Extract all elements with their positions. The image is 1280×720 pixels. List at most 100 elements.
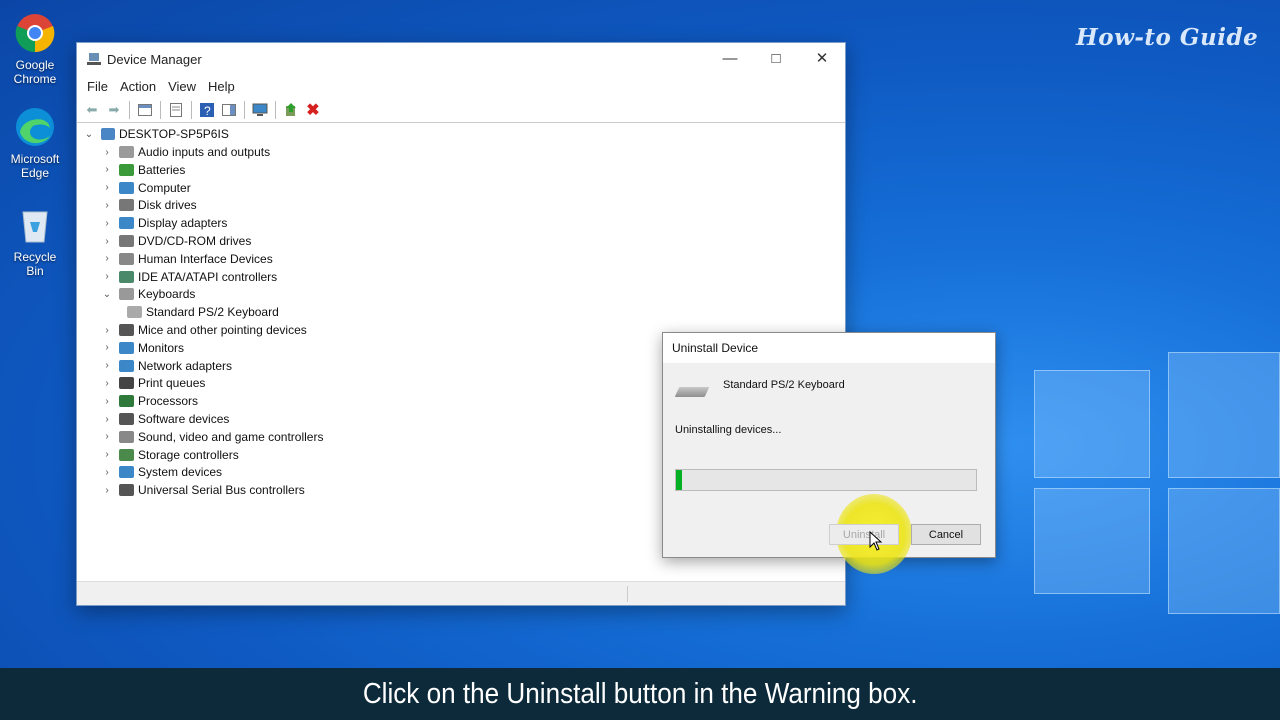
tree-item-label: Disk drives (138, 198, 197, 213)
tree-category-item[interactable]: › IDE ATA/ATAPI controllers (101, 268, 277, 286)
tree-category-item[interactable]: › Universal Serial Bus controllers (101, 481, 304, 499)
update-driver-icon[interactable] (281, 100, 301, 120)
tree-item-label: Software devices (138, 412, 230, 426)
dialog-title[interactable]: Uninstall Device (663, 333, 995, 363)
device-category-icon (119, 359, 134, 372)
back-arrow-icon[interactable]: ⬅ (82, 100, 102, 120)
device-manager-icon (87, 53, 101, 65)
tree-device-item[interactable]: Standard PS/2 Keyboard (121, 303, 279, 321)
caption-text: Click on the Uninstall button in the War… (362, 677, 918, 710)
chevron-right-icon[interactable]: › (101, 414, 113, 425)
tree-root-label: DESKTOP-SP5P6IS (119, 127, 229, 141)
desktop-icon-label: Microsoft (10, 152, 60, 166)
uninstall-button[interactable]: Uninstall (829, 524, 899, 545)
dialog-status-text: Uninstalling devices... (675, 424, 782, 436)
action-pane-icon[interactable] (219, 100, 239, 120)
show-hide-console-tree-icon[interactable] (135, 100, 155, 120)
tree-category-item[interactable]: › Disk drives (101, 196, 197, 214)
chevron-right-icon[interactable]: › (101, 164, 113, 175)
progress-fill (676, 470, 682, 490)
forward-arrow-icon[interactable]: ➡ (104, 100, 124, 120)
desktop-icon-chrome[interactable]: Google Chrome (4, 12, 66, 86)
chevron-right-icon[interactable]: › (101, 182, 113, 193)
cancel-button[interactable]: Cancel (911, 524, 981, 545)
tree-category-item[interactable]: › Computer (101, 179, 190, 197)
mouse-cursor-icon (869, 531, 883, 551)
tree-item-label: Human Interface Devices (138, 251, 273, 266)
chevron-down-icon[interactable]: ⌄ (101, 289, 113, 300)
chevron-right-icon[interactable]: › (101, 236, 113, 247)
chevron-right-icon[interactable]: › (101, 467, 113, 478)
device-category-icon (119, 235, 134, 247)
chevron-right-icon[interactable]: › (101, 342, 113, 353)
chevron-right-icon[interactable]: › (101, 271, 113, 282)
menu-bar: File Action View Help (77, 75, 845, 97)
tree-category-item[interactable]: › Batteries (101, 161, 185, 179)
tree-item-label: Keyboards (138, 287, 196, 302)
help-icon[interactable]: ? (197, 100, 217, 120)
desktop-icon-recycle-bin[interactable]: Recycle Bin (4, 204, 66, 278)
desktop-icon-label: Edge (20, 166, 50, 180)
uninstall-device-icon[interactable]: ✖ (303, 100, 323, 120)
chevron-right-icon[interactable]: › (101, 360, 113, 371)
tree-category-item[interactable]: › Sound, video and game controllers (101, 428, 323, 446)
recycle-bin-icon (14, 204, 56, 246)
device-category-icon (119, 484, 134, 497)
minimize-button[interactable]: — (707, 43, 753, 73)
chevron-right-icon[interactable]: › (101, 396, 113, 407)
tree-item-label: Storage controllers (138, 447, 239, 462)
tree-category-item[interactable]: › DVD/CD-ROM drives (101, 232, 251, 250)
scan-hardware-icon[interactable] (250, 100, 270, 120)
menu-file[interactable]: File (81, 79, 114, 94)
chevron-right-icon[interactable]: › (101, 147, 113, 158)
tree-category-item[interactable]: › Network adapters (101, 357, 232, 375)
tree-category-item[interactable]: › Software devices (101, 410, 229, 428)
chevron-right-icon[interactable]: › (101, 325, 113, 336)
tree-item-label: System devices (138, 465, 223, 480)
properties-icon[interactable] (166, 100, 186, 120)
tree-category-item[interactable]: › Monitors (101, 339, 184, 357)
chevron-right-icon[interactable]: › (101, 449, 113, 460)
device-category-icon (119, 341, 134, 354)
device-category-icon (119, 395, 134, 408)
close-button[interactable]: ✕ (799, 43, 845, 73)
desktop-icon-edge[interactable]: Microsoft Edge (4, 106, 66, 180)
device-category-icon (119, 163, 134, 176)
device-category-icon (119, 413, 134, 425)
chevron-right-icon[interactable]: › (101, 431, 113, 442)
tree-category-item[interactable]: › Audio inputs and outputs (101, 143, 270, 161)
device-category-icon (119, 324, 134, 336)
chevron-right-icon[interactable]: › (101, 485, 113, 496)
tree-category-item[interactable]: › Human Interface Devices (101, 250, 273, 268)
desktop-icon-label: Recycle Bin (13, 250, 57, 278)
device-category-icon (119, 270, 134, 283)
tree-item-label: IDE ATA/ATAPI controllers (138, 269, 278, 284)
tree-category-item[interactable]: › Display adapters (101, 214, 227, 232)
chevron-down-icon[interactable]: ⌄ (83, 129, 95, 140)
tree-category-item[interactable]: › Processors (101, 392, 198, 410)
tree-category-item[interactable]: › Storage controllers (101, 446, 239, 464)
chevron-right-icon[interactable]: › (101, 253, 113, 264)
device-category-icon (119, 430, 134, 443)
maximize-button[interactable]: □ (753, 43, 799, 73)
toolbar: ⬅ ➡ ? ✖ (77, 97, 845, 123)
edge-icon (14, 106, 56, 148)
tree-category-item[interactable]: ⌄ Keyboards (101, 285, 196, 303)
tree-item-label: Audio inputs and outputs (138, 145, 271, 159)
chevron-right-icon[interactable]: › (101, 200, 113, 211)
device-category-icon (119, 199, 134, 212)
menu-help[interactable]: Help (202, 79, 241, 94)
device-category-icon (119, 288, 134, 301)
tree-item-label: DVD/CD-ROM drives (138, 234, 252, 248)
menu-action[interactable]: Action (114, 79, 162, 94)
status-bar (77, 581, 845, 605)
chevron-right-icon[interactable]: › (101, 378, 113, 389)
tree-root[interactable]: ⌄ DESKTOP-SP5P6IS (83, 125, 229, 143)
menu-view[interactable]: View (162, 79, 202, 94)
tree-category-item[interactable]: › Print queues (101, 374, 205, 392)
device-category-icon (119, 181, 134, 194)
tree-category-item[interactable]: › System devices (101, 463, 222, 481)
tree-category-item[interactable]: › Mice and other pointing devices (101, 321, 306, 339)
chevron-right-icon[interactable]: › (101, 218, 113, 229)
device-category-icon (119, 448, 134, 461)
